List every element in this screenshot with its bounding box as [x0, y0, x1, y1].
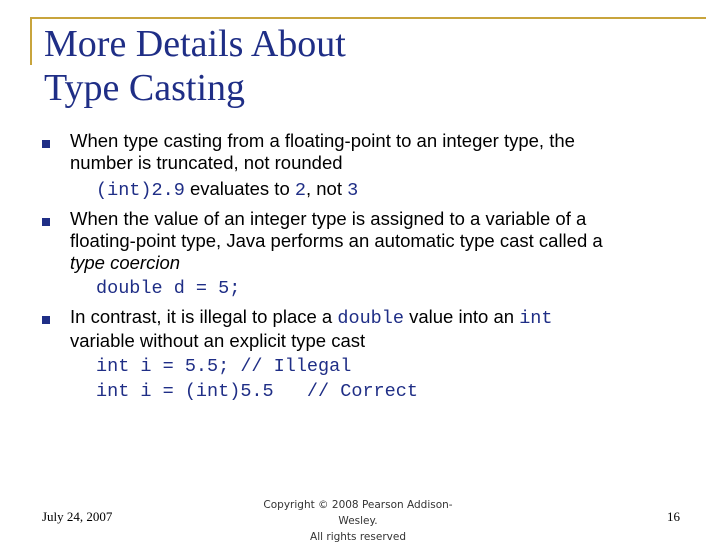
footer-copyright: Copyright © 2008 Pearson Addison-Wesley.…: [248, 497, 468, 545]
footer-copyright-line-2: All rights reserved: [310, 531, 406, 543]
example-text-not: , not: [305, 178, 348, 199]
bullet-3-text-b: value into an: [403, 306, 520, 327]
bullet-3-code-int: int: [519, 308, 553, 329]
bullet-text-1: When type casting from a floating-point …: [70, 130, 690, 174]
example-code-result: 2: [294, 180, 306, 201]
bullet-text-3: In contrast, it is illegal to place a do…: [70, 306, 690, 352]
bullet-3-text-a: In contrast, it is illegal to place a: [70, 306, 338, 327]
frame-top-border: [30, 17, 706, 19]
bullet-marker-1: [42, 140, 50, 148]
slide-title-line-1: More Details About: [44, 23, 346, 65]
bullet-1-example: (int)2.9 evaluates to 2, not 3: [96, 178, 358, 202]
bullet-2-line-1: When the value of an integer type is ass…: [70, 208, 587, 229]
bullet-text-2: When the value of an integer type is ass…: [70, 208, 690, 274]
bullet-1-line-1: When type casting from a floating-point …: [70, 130, 575, 151]
footer-page-number: 16: [667, 509, 680, 524]
footer-date: July 24, 2007: [42, 509, 113, 524]
footer-copyright-line-1: Copyright © 2008 Pearson Addison-Wesley.: [263, 499, 453, 527]
slide-title-line-2: Type Casting: [44, 67, 246, 109]
example-code-cast: (int)2.9: [96, 180, 185, 201]
bullet-1-line-2: number is truncated, not rounded: [70, 152, 343, 173]
example-code-rounded: 3: [347, 180, 359, 201]
code-illegal-assignment: int i = 5.5; // Illegal: [96, 356, 352, 377]
example-text-evaluates: evaluates to: [184, 178, 295, 199]
bullet-3-line-1: In contrast, it is illegal to place a do…: [70, 306, 690, 330]
bullet-marker-3: [42, 316, 50, 324]
slide-title: More Details About Type Casting: [44, 22, 684, 110]
frame-left-border: [30, 17, 32, 65]
bullet-3-code-double: double: [337, 308, 404, 329]
bullet-marker-2: [42, 218, 50, 226]
code-double-assignment: double d = 5;: [96, 278, 241, 299]
code-correct-assignment: int i = (int)5.5 // Correct: [96, 381, 418, 402]
bullet-2-line-3: type coercion: [70, 252, 181, 273]
bullet-2-line-2: floating-point type, Java performs an au…: [70, 230, 603, 251]
bullet-3-line-2: variable without an explicit type cast: [70, 330, 366, 351]
